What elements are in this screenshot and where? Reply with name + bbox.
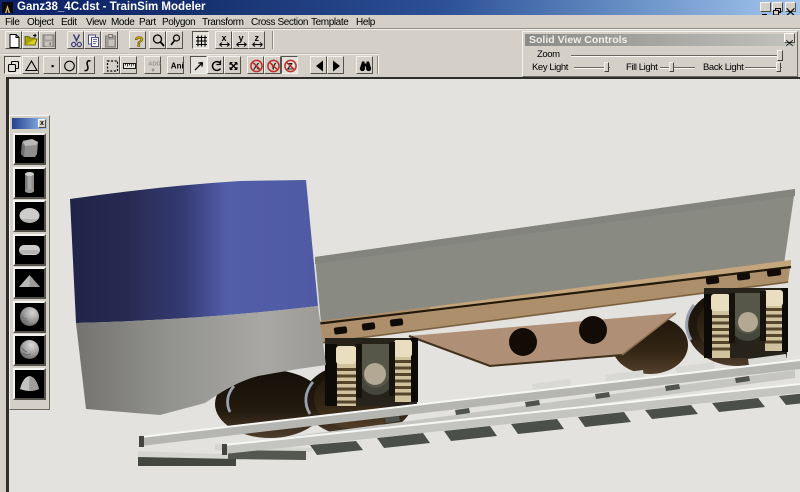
svg-text:?: ? [135,34,144,50]
svg-text:y: y [239,33,244,43]
svg-text:ADD: ADD [148,62,161,68]
svg-text:x: x [222,33,227,43]
svg-text:z: z [255,33,260,43]
svg-text:Ani: Ani [171,62,184,71]
